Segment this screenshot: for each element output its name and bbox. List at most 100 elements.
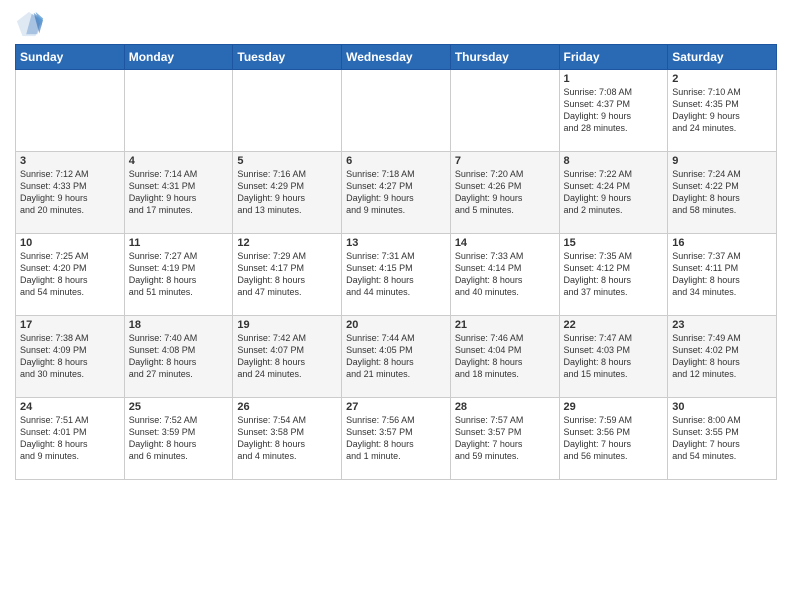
calendar-cell: 10Sunrise: 7:25 AM Sunset: 4:20 PM Dayli… — [16, 234, 125, 316]
weekday-header-tuesday: Tuesday — [233, 45, 342, 70]
day-number: 25 — [129, 401, 229, 413]
calendar-cell: 14Sunrise: 7:33 AM Sunset: 4:14 PM Dayli… — [450, 234, 559, 316]
calendar-cell: 30Sunrise: 8:00 AM Sunset: 3:55 PM Dayli… — [668, 398, 777, 480]
day-number: 30 — [672, 401, 772, 413]
logo — [15, 10, 47, 38]
day-info: Sunrise: 7:52 AM Sunset: 3:59 PM Dayligh… — [129, 414, 229, 463]
day-info: Sunrise: 7:40 AM Sunset: 4:08 PM Dayligh… — [129, 332, 229, 381]
logo-icon — [15, 10, 43, 38]
calendar-cell: 28Sunrise: 7:57 AM Sunset: 3:57 PM Dayli… — [450, 398, 559, 480]
page: SundayMondayTuesdayWednesdayThursdayFrid… — [0, 0, 792, 612]
calendar-cell: 19Sunrise: 7:42 AM Sunset: 4:07 PM Dayli… — [233, 316, 342, 398]
day-number: 29 — [564, 401, 664, 413]
day-number: 5 — [237, 155, 337, 167]
day-number: 6 — [346, 155, 446, 167]
calendar-cell: 24Sunrise: 7:51 AM Sunset: 4:01 PM Dayli… — [16, 398, 125, 480]
day-info: Sunrise: 7:37 AM Sunset: 4:11 PM Dayligh… — [672, 250, 772, 299]
day-number: 2 — [672, 73, 772, 85]
weekday-header-thursday: Thursday — [450, 45, 559, 70]
day-info: Sunrise: 7:38 AM Sunset: 4:09 PM Dayligh… — [20, 332, 120, 381]
calendar-cell: 17Sunrise: 7:38 AM Sunset: 4:09 PM Dayli… — [16, 316, 125, 398]
day-info: Sunrise: 7:29 AM Sunset: 4:17 PM Dayligh… — [237, 250, 337, 299]
week-row-1: 3Sunrise: 7:12 AM Sunset: 4:33 PM Daylig… — [16, 152, 777, 234]
calendar-cell: 8Sunrise: 7:22 AM Sunset: 4:24 PM Daylig… — [559, 152, 668, 234]
day-number: 21 — [455, 319, 555, 331]
day-info: Sunrise: 7:49 AM Sunset: 4:02 PM Dayligh… — [672, 332, 772, 381]
day-info: Sunrise: 7:20 AM Sunset: 4:26 PM Dayligh… — [455, 168, 555, 217]
day-number: 16 — [672, 237, 772, 249]
calendar-cell: 22Sunrise: 7:47 AM Sunset: 4:03 PM Dayli… — [559, 316, 668, 398]
day-info: Sunrise: 7:27 AM Sunset: 4:19 PM Dayligh… — [129, 250, 229, 299]
day-number: 28 — [455, 401, 555, 413]
day-number: 23 — [672, 319, 772, 331]
calendar-cell: 9Sunrise: 7:24 AM Sunset: 4:22 PM Daylig… — [668, 152, 777, 234]
calendar-cell — [16, 70, 125, 152]
calendar-cell: 16Sunrise: 7:37 AM Sunset: 4:11 PM Dayli… — [668, 234, 777, 316]
weekday-header-monday: Monday — [124, 45, 233, 70]
day-info: Sunrise: 7:35 AM Sunset: 4:12 PM Dayligh… — [564, 250, 664, 299]
week-row-3: 17Sunrise: 7:38 AM Sunset: 4:09 PM Dayli… — [16, 316, 777, 398]
day-number: 9 — [672, 155, 772, 167]
day-number: 4 — [129, 155, 229, 167]
day-info: Sunrise: 7:14 AM Sunset: 4:31 PM Dayligh… — [129, 168, 229, 217]
day-number: 11 — [129, 237, 229, 249]
day-info: Sunrise: 7:10 AM Sunset: 4:35 PM Dayligh… — [672, 86, 772, 135]
calendar-cell: 18Sunrise: 7:40 AM Sunset: 4:08 PM Dayli… — [124, 316, 233, 398]
day-info: Sunrise: 7:56 AM Sunset: 3:57 PM Dayligh… — [346, 414, 446, 463]
header — [15, 10, 777, 38]
day-info: Sunrise: 7:57 AM Sunset: 3:57 PM Dayligh… — [455, 414, 555, 463]
day-info: Sunrise: 7:22 AM Sunset: 4:24 PM Dayligh… — [564, 168, 664, 217]
calendar-cell — [124, 70, 233, 152]
day-number: 8 — [564, 155, 664, 167]
day-number: 27 — [346, 401, 446, 413]
calendar-cell: 1Sunrise: 7:08 AM Sunset: 4:37 PM Daylig… — [559, 70, 668, 152]
day-number: 13 — [346, 237, 446, 249]
calendar-cell: 13Sunrise: 7:31 AM Sunset: 4:15 PM Dayli… — [342, 234, 451, 316]
day-info: Sunrise: 8:00 AM Sunset: 3:55 PM Dayligh… — [672, 414, 772, 463]
calendar-cell: 5Sunrise: 7:16 AM Sunset: 4:29 PM Daylig… — [233, 152, 342, 234]
day-number: 17 — [20, 319, 120, 331]
day-number: 24 — [20, 401, 120, 413]
day-number: 26 — [237, 401, 337, 413]
day-info: Sunrise: 7:33 AM Sunset: 4:14 PM Dayligh… — [455, 250, 555, 299]
weekday-header-saturday: Saturday — [668, 45, 777, 70]
calendar-cell: 26Sunrise: 7:54 AM Sunset: 3:58 PM Dayli… — [233, 398, 342, 480]
calendar-cell: 15Sunrise: 7:35 AM Sunset: 4:12 PM Dayli… — [559, 234, 668, 316]
weekday-header-friday: Friday — [559, 45, 668, 70]
weekday-header-row: SundayMondayTuesdayWednesdayThursdayFrid… — [16, 45, 777, 70]
calendar-cell: 2Sunrise: 7:10 AM Sunset: 4:35 PM Daylig… — [668, 70, 777, 152]
day-info: Sunrise: 7:51 AM Sunset: 4:01 PM Dayligh… — [20, 414, 120, 463]
day-number: 1 — [564, 73, 664, 85]
day-info: Sunrise: 7:54 AM Sunset: 3:58 PM Dayligh… — [237, 414, 337, 463]
weekday-header-wednesday: Wednesday — [342, 45, 451, 70]
day-number: 20 — [346, 319, 446, 331]
calendar-cell: 23Sunrise: 7:49 AM Sunset: 4:02 PM Dayli… — [668, 316, 777, 398]
calendar-cell: 20Sunrise: 7:44 AM Sunset: 4:05 PM Dayli… — [342, 316, 451, 398]
week-row-4: 24Sunrise: 7:51 AM Sunset: 4:01 PM Dayli… — [16, 398, 777, 480]
day-info: Sunrise: 7:59 AM Sunset: 3:56 PM Dayligh… — [564, 414, 664, 463]
day-info: Sunrise: 7:46 AM Sunset: 4:04 PM Dayligh… — [455, 332, 555, 381]
day-number: 22 — [564, 319, 664, 331]
day-number: 15 — [564, 237, 664, 249]
day-info: Sunrise: 7:24 AM Sunset: 4:22 PM Dayligh… — [672, 168, 772, 217]
day-info: Sunrise: 7:16 AM Sunset: 4:29 PM Dayligh… — [237, 168, 337, 217]
calendar-cell — [450, 70, 559, 152]
day-info: Sunrise: 7:18 AM Sunset: 4:27 PM Dayligh… — [346, 168, 446, 217]
calendar-cell: 11Sunrise: 7:27 AM Sunset: 4:19 PM Dayli… — [124, 234, 233, 316]
calendar-cell: 25Sunrise: 7:52 AM Sunset: 3:59 PM Dayli… — [124, 398, 233, 480]
calendar-cell — [342, 70, 451, 152]
day-number: 18 — [129, 319, 229, 331]
calendar-cell: 7Sunrise: 7:20 AM Sunset: 4:26 PM Daylig… — [450, 152, 559, 234]
day-info: Sunrise: 7:42 AM Sunset: 4:07 PM Dayligh… — [237, 332, 337, 381]
calendar-cell: 4Sunrise: 7:14 AM Sunset: 4:31 PM Daylig… — [124, 152, 233, 234]
calendar-cell: 3Sunrise: 7:12 AM Sunset: 4:33 PM Daylig… — [16, 152, 125, 234]
calendar-cell: 21Sunrise: 7:46 AM Sunset: 4:04 PM Dayli… — [450, 316, 559, 398]
weekday-header-sunday: Sunday — [16, 45, 125, 70]
day-number: 14 — [455, 237, 555, 249]
day-number: 10 — [20, 237, 120, 249]
day-info: Sunrise: 7:25 AM Sunset: 4:20 PM Dayligh… — [20, 250, 120, 299]
week-row-0: 1Sunrise: 7:08 AM Sunset: 4:37 PM Daylig… — [16, 70, 777, 152]
day-info: Sunrise: 7:08 AM Sunset: 4:37 PM Dayligh… — [564, 86, 664, 135]
calendar-cell: 27Sunrise: 7:56 AM Sunset: 3:57 PM Dayli… — [342, 398, 451, 480]
day-info: Sunrise: 7:44 AM Sunset: 4:05 PM Dayligh… — [346, 332, 446, 381]
